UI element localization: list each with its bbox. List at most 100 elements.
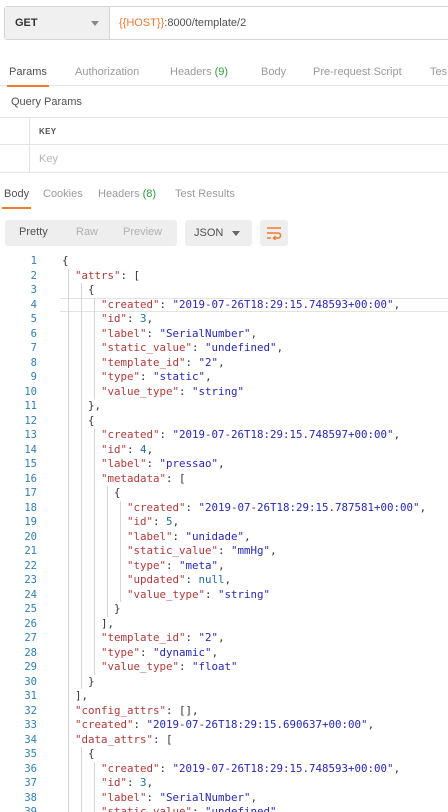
code-text: "value_type": "string"	[127, 587, 271, 601]
indent-guide	[68, 486, 69, 501]
indent-guide	[68, 297, 69, 312]
indent-guide	[81, 413, 82, 428]
code-line: 9 "type": "static",	[0, 370, 448, 385]
code-text: "type": "static",	[101, 370, 212, 383]
indent-guide	[81, 790, 82, 805]
code-line: 4 "created": "2019-07-26T18:29:15.748593+…	[0, 297, 448, 312]
line-number: 26	[24, 617, 37, 630]
tab-params[interactable]: Params	[7, 58, 49, 87]
indent-guide	[120, 544, 121, 559]
indent-guide	[81, 486, 82, 501]
code-line: 36 "created": "2019-07-26T18:29:15.748593…	[0, 761, 448, 776]
indent-guide	[94, 515, 95, 530]
indent-guide	[107, 573, 108, 588]
code-line: 25}	[0, 602, 448, 617]
line-number: 3	[30, 284, 37, 296]
tab-response-headers[interactable]: Headers (8)	[98, 180, 156, 208]
line-number: 37	[24, 777, 37, 789]
tab-cookies[interactable]: Cookies	[43, 180, 83, 208]
tab-headers[interactable]: Headers (9)	[170, 58, 228, 86]
indent-guide	[68, 573, 69, 588]
indent-guide	[94, 776, 95, 791]
indent-guide	[120, 587, 121, 602]
format-select[interactable]: JSON	[185, 220, 252, 246]
table-header-row: KEY	[0, 117, 448, 145]
tab-test-results[interactable]: Test Results	[175, 180, 235, 208]
code-line: 12 {	[0, 413, 448, 428]
code-text: "updated": null,	[127, 573, 232, 586]
code-text: "id": 5,	[127, 515, 180, 528]
line-number: 6	[30, 327, 37, 340]
code-text: "type": "meta",	[127, 558, 225, 572]
line-number: 14	[24, 443, 37, 456]
tab-tests[interactable]: Tes	[430, 58, 447, 86]
indent-guide	[68, 732, 69, 747]
indent-guide	[68, 355, 69, 370]
indent-guide	[94, 500, 95, 515]
response-body-editor[interactable]: 1{2 "attrs": [3{4 "created": "2019-07-26T1…	[0, 254, 448, 812]
indent-guide	[81, 761, 82, 776]
indent-guide	[81, 529, 82, 544]
wrap-lines-button[interactable]	[260, 220, 288, 246]
indent-guide	[68, 268, 69, 283]
line-number: 27	[24, 632, 37, 644]
url-input[interactable]: {{HOST}}:8000/template/2	[110, 7, 246, 39]
indent-guide	[68, 515, 69, 530]
code-text: {	[62, 254, 69, 267]
raw-button[interactable]: Raw	[76, 226, 98, 238]
indent-guide	[120, 529, 121, 544]
indent-guide	[94, 587, 95, 602]
indent-guide	[94, 790, 95, 805]
tab-pre-request-script[interactable]: Pre-request Script	[313, 58, 402, 86]
code-line: 21 "static_value": "mmHg",	[0, 544, 448, 559]
indent-guide	[68, 718, 69, 733]
indent-guide	[107, 602, 108, 617]
indent-guide	[68, 776, 69, 791]
tab-response-body[interactable]: Body	[1, 180, 32, 209]
indent-guide	[68, 689, 69, 704]
code-text: {	[114, 486, 121, 499]
line-number: 10	[24, 385, 37, 398]
code-text: }	[114, 602, 121, 615]
indent-guide	[81, 326, 82, 341]
indent-guide	[68, 471, 69, 486]
line-number: 11	[24, 400, 37, 412]
tab-label: Body	[4, 188, 30, 200]
key-input[interactable]: Key	[29, 145, 448, 172]
indent-guide	[94, 442, 95, 457]
indent-guide	[81, 616, 82, 631]
indent-guide	[68, 747, 69, 762]
indent-guide	[68, 457, 69, 472]
code-line: 7 "static_value": "undefined",	[0, 341, 448, 356]
indent-guide	[81, 312, 82, 327]
indent-guide	[120, 573, 121, 588]
indent-guide	[68, 645, 69, 660]
code-text: "static_value": "undefined",	[101, 805, 284, 812]
indent-guide	[107, 587, 108, 602]
code-line: 39 "static_value": "undefined",	[0, 805, 448, 812]
section-divider	[0, 172, 448, 173]
tab-authorization[interactable]: Authorization	[75, 58, 139, 86]
request-tabs: Params Authorization Headers (9) Body Pr…	[0, 58, 448, 87]
indent-guide	[107, 544, 108, 559]
code-line: 38 "label": "SerialNumber",	[0, 790, 448, 805]
tab-body[interactable]: Body	[261, 58, 286, 86]
line-number: 33	[24, 719, 37, 731]
indent-guide	[81, 544, 82, 559]
indent-guide	[107, 529, 108, 544]
tab-label: Cookies	[43, 188, 83, 200]
indent-guide	[81, 297, 82, 312]
indent-guide	[107, 515, 108, 530]
line-number: 1	[30, 255, 37, 267]
method-select[interactable]: GET	[5, 7, 110, 39]
code-text: "created": "2019-07-26T18:29:15.748593+0…	[101, 297, 401, 311]
indent-guide	[94, 631, 95, 646]
code-text: "config_attrs": [],	[75, 703, 199, 717]
pretty-button[interactable]: Pretty	[19, 226, 48, 238]
indent-guide	[68, 587, 69, 602]
code-line: 19 "id": 5,	[0, 515, 448, 530]
chevron-down-icon	[232, 231, 240, 236]
preview-button[interactable]: Preview	[123, 226, 162, 238]
code-text: "id": 3,	[101, 312, 154, 325]
format-label: JSON	[194, 227, 224, 239]
